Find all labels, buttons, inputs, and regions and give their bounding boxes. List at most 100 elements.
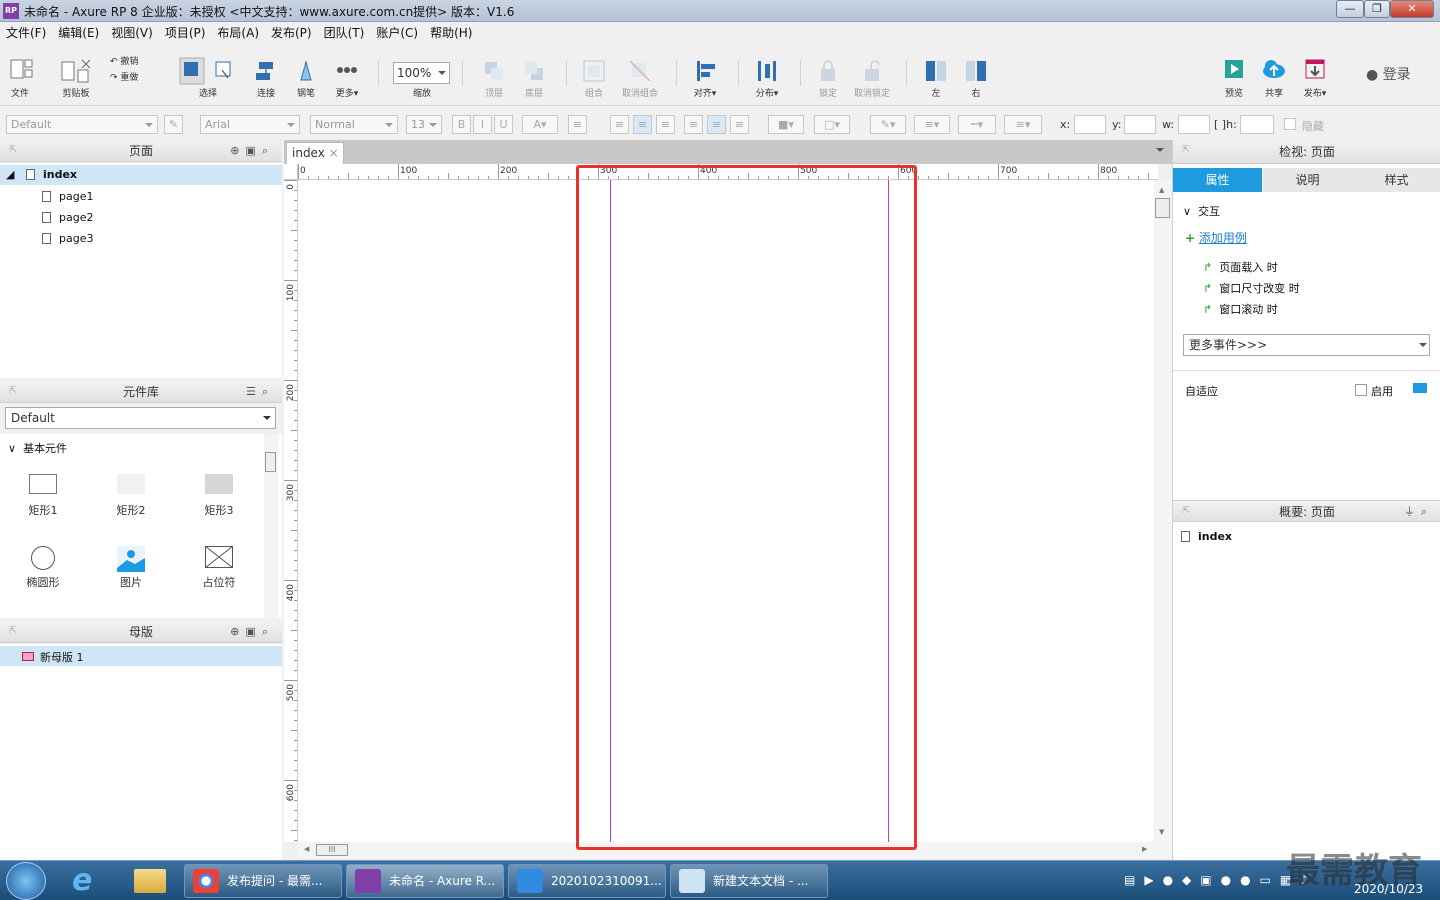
pin-icon[interactable]: ⇱ [1181,506,1191,516]
menu-team[interactable]: 团队(T) [318,22,371,44]
close-icon[interactable]: × [329,146,339,160]
lock-ratio-icon[interactable]: [ ] [1214,118,1226,131]
menu-help[interactable]: 帮助(H) [424,22,478,44]
event-window-scroll[interactable]: ↱ 窗口滚动 时 [1203,301,1278,317]
right-button[interactable]: 右 [962,58,990,99]
tab-index[interactable]: index × [286,142,344,164]
outline-item-index[interactable]: index [1181,530,1232,543]
folder-icon[interactable] [134,869,166,893]
task-axure[interactable]: 未命名 - Axure R... [346,864,504,898]
send-to-bottom-button[interactable]: 底层 [520,58,548,99]
connect-button[interactable]: 连接 [252,58,280,99]
menu-view[interactable]: 视图(V) [105,22,159,44]
close-icon[interactable]: ✕ [1390,0,1434,18]
event-page-load[interactable]: ↱ 页面载入 时 [1203,259,1278,275]
collapse-icon[interactable]: ◢ [6,168,14,181]
left-button[interactable]: 左 [922,58,950,99]
add-case-link[interactable]: + 添加用例 [1185,229,1247,246]
pin-icon[interactable]: ⇱ [8,145,18,155]
add-folder-icon[interactable]: ▣ [245,625,261,638]
tab-style[interactable]: 样式 [1352,168,1440,192]
search-icon[interactable]: ⌕ [262,625,274,638]
tab-notes[interactable]: 说明 [1263,168,1352,192]
add-master-icon[interactable]: ⊕ [230,625,245,638]
adaptive-settings-icon[interactable] [1413,383,1427,393]
share-button[interactable]: 共享 [1260,58,1288,99]
search-icon[interactable]: ⌕ [262,144,274,157]
scroll-thumb[interactable]: III [316,844,348,856]
align-button[interactable]: 对齐▾ [688,58,722,99]
menu-file[interactable]: 文件(F) [0,22,52,44]
menu-layout[interactable]: 布局(A) [211,22,265,44]
task-notepad[interactable]: 新建文本文档 - ... [670,864,828,898]
menu-icon[interactable]: ☰ [246,385,262,398]
align-left-icon[interactable]: ≡ [610,115,629,134]
hidden-checkbox[interactable] [1284,118,1296,130]
font-color-icon[interactable]: A▾ [522,115,558,134]
canvas-vertical-scrollbar[interactable]: ▲ ▼ [1154,180,1172,842]
w-input[interactable] [1178,115,1210,134]
line-color-icon[interactable]: ✎▾ [870,115,906,134]
master-item[interactable]: 新母版 1 [22,649,84,665]
fill-color-icon[interactable]: ■▾ [768,115,804,134]
menu-account[interactable]: 账户(C) [370,22,424,44]
unlock-button[interactable]: 取消锁定 [850,58,894,99]
search-icon[interactable]: ⌕ [262,385,274,398]
task-video[interactable]: 2020102310091... [508,864,666,898]
bold-icon[interactable]: B [452,115,471,134]
valign-middle-icon[interactable]: ≡ [707,115,726,134]
section-basic-widgets[interactable]: ∨ 基本元件 [8,440,67,456]
pen-button[interactable]: 钢笔 [292,58,320,99]
preview-button[interactable]: 预览 [1220,58,1248,99]
widget-image[interactable]: 图片 [101,546,161,590]
pin-icon[interactable]: ⇱ [8,626,18,636]
distribute-button[interactable]: 分布▾ [750,58,784,99]
minimize-icon[interactable]: — [1336,0,1364,18]
align-center-icon[interactable]: ≡ [633,115,652,134]
x-input[interactable] [1074,115,1106,134]
italic-icon[interactable]: I [473,115,492,134]
list-icon[interactable]: ≡ [568,115,587,134]
publish-button[interactable]: 发布▾ [1298,58,1332,99]
add-folder-icon[interactable]: ▣ [245,144,261,157]
widget-rect1[interactable]: 矩形1 [13,474,73,518]
widget-rect3[interactable]: 矩形3 [189,474,249,518]
ie-icon[interactable]: e [72,865,106,897]
tree-item-index[interactable]: ◢ index [6,168,77,181]
adaptive-enable-checkbox[interactable] [1355,384,1367,396]
underline-icon[interactable]: U [494,115,513,134]
maximize-icon[interactable]: ❐ [1364,0,1390,18]
align-right-icon[interactable]: ≡ [656,115,675,134]
select-button[interactable]: 选择 [176,56,240,99]
pin-icon[interactable]: ⇱ [8,386,18,396]
font-weight-select[interactable]: Normal [310,115,398,134]
clipboard-button[interactable]: 剪贴板 [56,58,96,99]
interactions-section[interactable]: ∨ 交互 [1183,203,1220,219]
library-scrollbar[interactable] [264,434,278,618]
font-size-select[interactable]: 13 [406,115,442,134]
library-select[interactable]: Default [5,407,276,429]
add-page-icon[interactable]: ⊕ [230,144,245,157]
line-width-icon[interactable]: ≡▾ [914,115,950,134]
tree-item-page1[interactable]: page1 [42,190,93,203]
task-browser[interactable]: 发布提问 - 最需... [184,864,342,898]
tree-item-page3[interactable]: page3 [42,232,93,245]
login-button[interactable]: ● 登录 [1366,64,1411,84]
menu-publish[interactable]: 发布(P) [265,22,318,44]
shadow-icon[interactable]: □▾ [814,115,850,134]
style-select[interactable]: Default [6,115,158,134]
widget-ellipse[interactable]: 椭圆形 [13,546,73,590]
bring-to-top-button[interactable]: 顶层 [480,58,508,99]
start-button[interactable] [6,862,46,900]
valign-top-icon[interactable]: ≡ [684,115,703,134]
ungroup-button[interactable]: 取消组合 [616,58,664,99]
redo-button[interactable]: ↷ 重做 [110,70,150,83]
chevron-down-icon[interactable] [1156,148,1164,156]
menu-edit[interactable]: 编辑(E) [52,22,105,44]
line-style-icon[interactable]: ┅▾ [958,115,996,134]
h-input[interactable] [1240,115,1274,134]
font-family-select[interactable]: Arial [200,115,300,134]
pin-icon[interactable]: ⇱ [1181,145,1191,155]
group-button[interactable]: 组合 [580,58,608,99]
style-edit-icon[interactable]: ✎ [164,115,183,134]
